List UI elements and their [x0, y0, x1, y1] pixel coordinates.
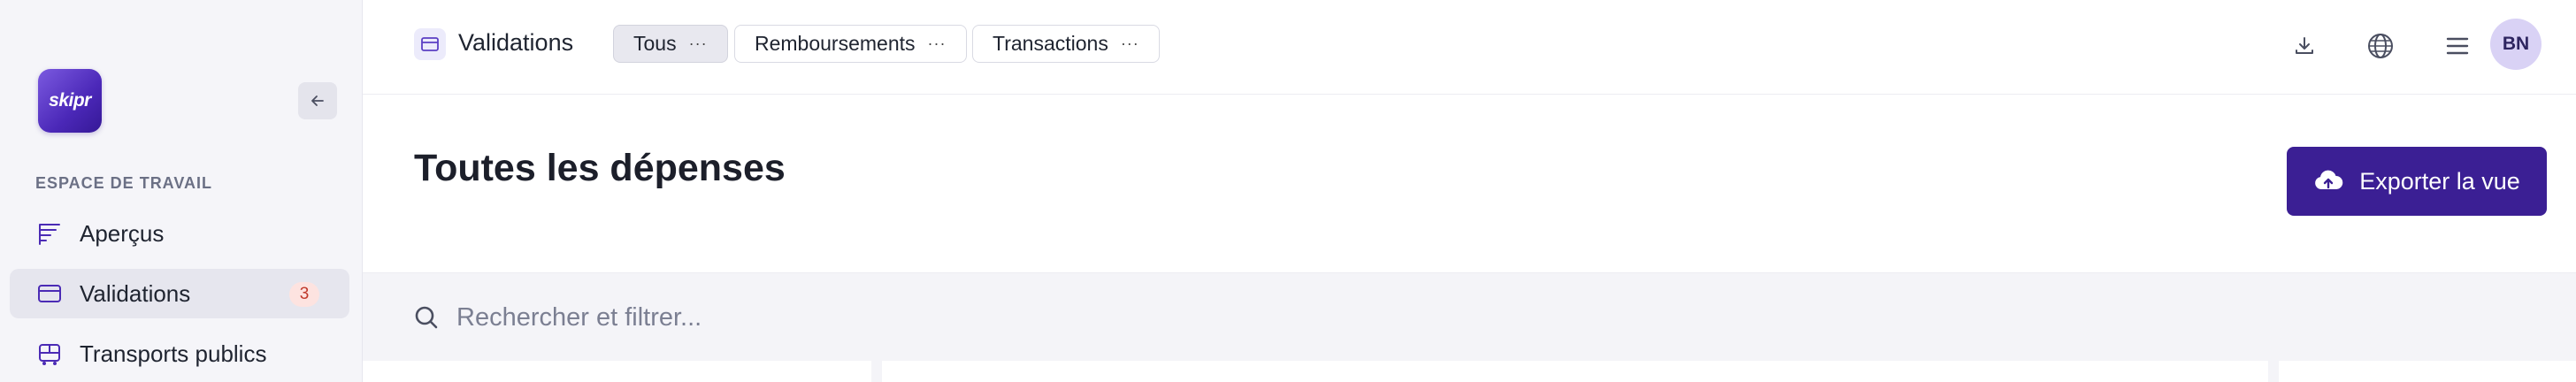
topbar-title: Validations — [458, 29, 574, 56]
sidebar-item-label: Validations — [80, 279, 191, 307]
menu-icon — [2446, 37, 2469, 55]
arrow-left-icon — [311, 96, 324, 106]
search-icon — [415, 306, 438, 329]
sidebar-item-label: Transports publics — [80, 340, 267, 367]
column-divider — [871, 361, 882, 382]
sidebar-item-transports-publics[interactable]: Transports publics — [10, 329, 349, 378]
tab-label: Tous — [633, 32, 677, 55]
cloud-upload-icon — [2313, 168, 2343, 195]
sidebar-collapse-button[interactable] — [298, 82, 337, 119]
column-divider — [2268, 361, 2279, 382]
tab-transactions[interactable]: Transactions ··· — [972, 25, 1160, 63]
search-input[interactable] — [456, 298, 1518, 337]
globe-icon — [2368, 34, 2393, 58]
topbar: Validations Tous ··· Remboursements ··· … — [363, 0, 2576, 95]
search-bar — [363, 272, 2576, 361]
sidebar-item-apercus[interactable]: Aperçus — [10, 209, 349, 258]
tab-label: Transactions — [993, 32, 1108, 55]
tab-remboursements[interactable]: Remboursements ··· — [734, 25, 967, 63]
main-content: Validations Tous ··· Remboursements ··· … — [363, 0, 2576, 382]
sidebar: skipr ESPACE DE TRAVAIL Aperçus Validati… — [0, 0, 363, 382]
app-root: skipr ESPACE DE TRAVAIL Aperçus Validati… — [0, 0, 2576, 382]
card-icon — [414, 28, 446, 60]
more-options-icon[interactable]: ··· — [689, 34, 708, 53]
card-icon — [35, 279, 64, 308]
page-title: Toutes les dépenses — [414, 147, 786, 189]
validations-count-badge: 3 — [289, 282, 319, 307]
tab-tous[interactable]: Tous ··· — [613, 25, 728, 63]
sidebar-item-label: Aperçus — [80, 219, 165, 247]
user-avatar[interactable]: BN — [2490, 19, 2542, 70]
language-button[interactable] — [2361, 27, 2400, 65]
export-view-button[interactable]: Exporter la vue — [2287, 147, 2547, 216]
more-options-icon[interactable]: ··· — [1121, 34, 1139, 53]
skipr-logo[interactable]: skipr — [38, 69, 102, 133]
tab-label: Remboursements — [755, 32, 916, 55]
download-button[interactable] — [2285, 27, 2324, 65]
bus-icon — [35, 340, 64, 368]
download-icon — [2296, 37, 2313, 54]
export-view-label: Exporter la vue — [2359, 167, 2520, 195]
more-options-icon[interactable]: ··· — [928, 34, 947, 53]
sidebar-item-validations[interactable]: Validations 3 — [10, 269, 349, 318]
main-menu-button[interactable] — [2438, 27, 2477, 65]
chart-bars-icon — [35, 219, 64, 248]
table-header-strip — [363, 361, 2576, 382]
sidebar-section-label: ESPACE DE TRAVAIL — [35, 174, 213, 192]
